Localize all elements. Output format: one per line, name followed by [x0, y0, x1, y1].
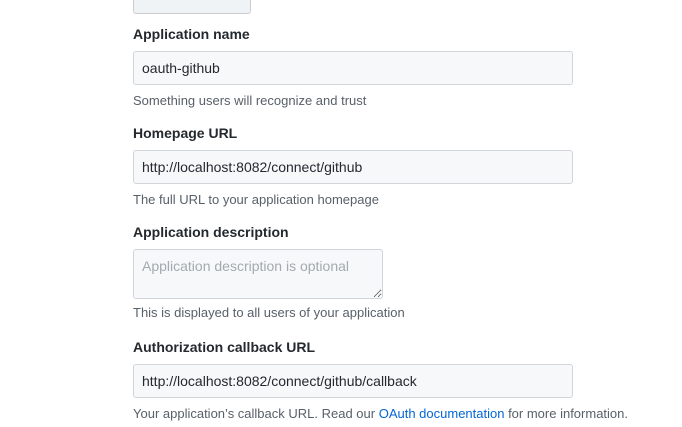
description-note: This is displayed to all users of your a… — [133, 305, 405, 320]
description-field: Application description This is displaye… — [133, 223, 405, 321]
homepage-url-input[interactable] — [133, 150, 573, 184]
description-label: Application description — [133, 224, 289, 240]
homepage-url-note: The full URL to your application homepag… — [133, 192, 379, 207]
callback-note-suffix: for more information. — [504, 406, 628, 421]
app-name-label: Application name — [133, 26, 250, 42]
homepage-url-label: Homepage URL — [133, 125, 238, 141]
callback-url-note: Your application’s callback URL. Read ou… — [133, 406, 628, 422]
upload-logo-button[interactable] — [133, 0, 251, 14]
homepage-url-field: Homepage URL The full URL to your applic… — [133, 124, 573, 208]
callback-note-prefix: Your application’s callback URL. Read ou… — [133, 406, 379, 421]
app-name-input[interactable] — [133, 51, 573, 85]
callback-url-label: Authorization callback URL — [133, 339, 316, 355]
app-name-field: Application name Something users will re… — [133, 25, 573, 109]
app-name-note: Something users will recognize and trust — [133, 93, 367, 108]
oauth-app-form: Application name Something users will re… — [0, 0, 682, 427]
oauth-documentation-link[interactable]: OAuth documentation — [379, 406, 505, 421]
callback-url-field: Authorization callback URL Your applicat… — [133, 338, 628, 422]
callback-url-input[interactable] — [133, 364, 573, 398]
description-textarea[interactable] — [133, 249, 383, 299]
